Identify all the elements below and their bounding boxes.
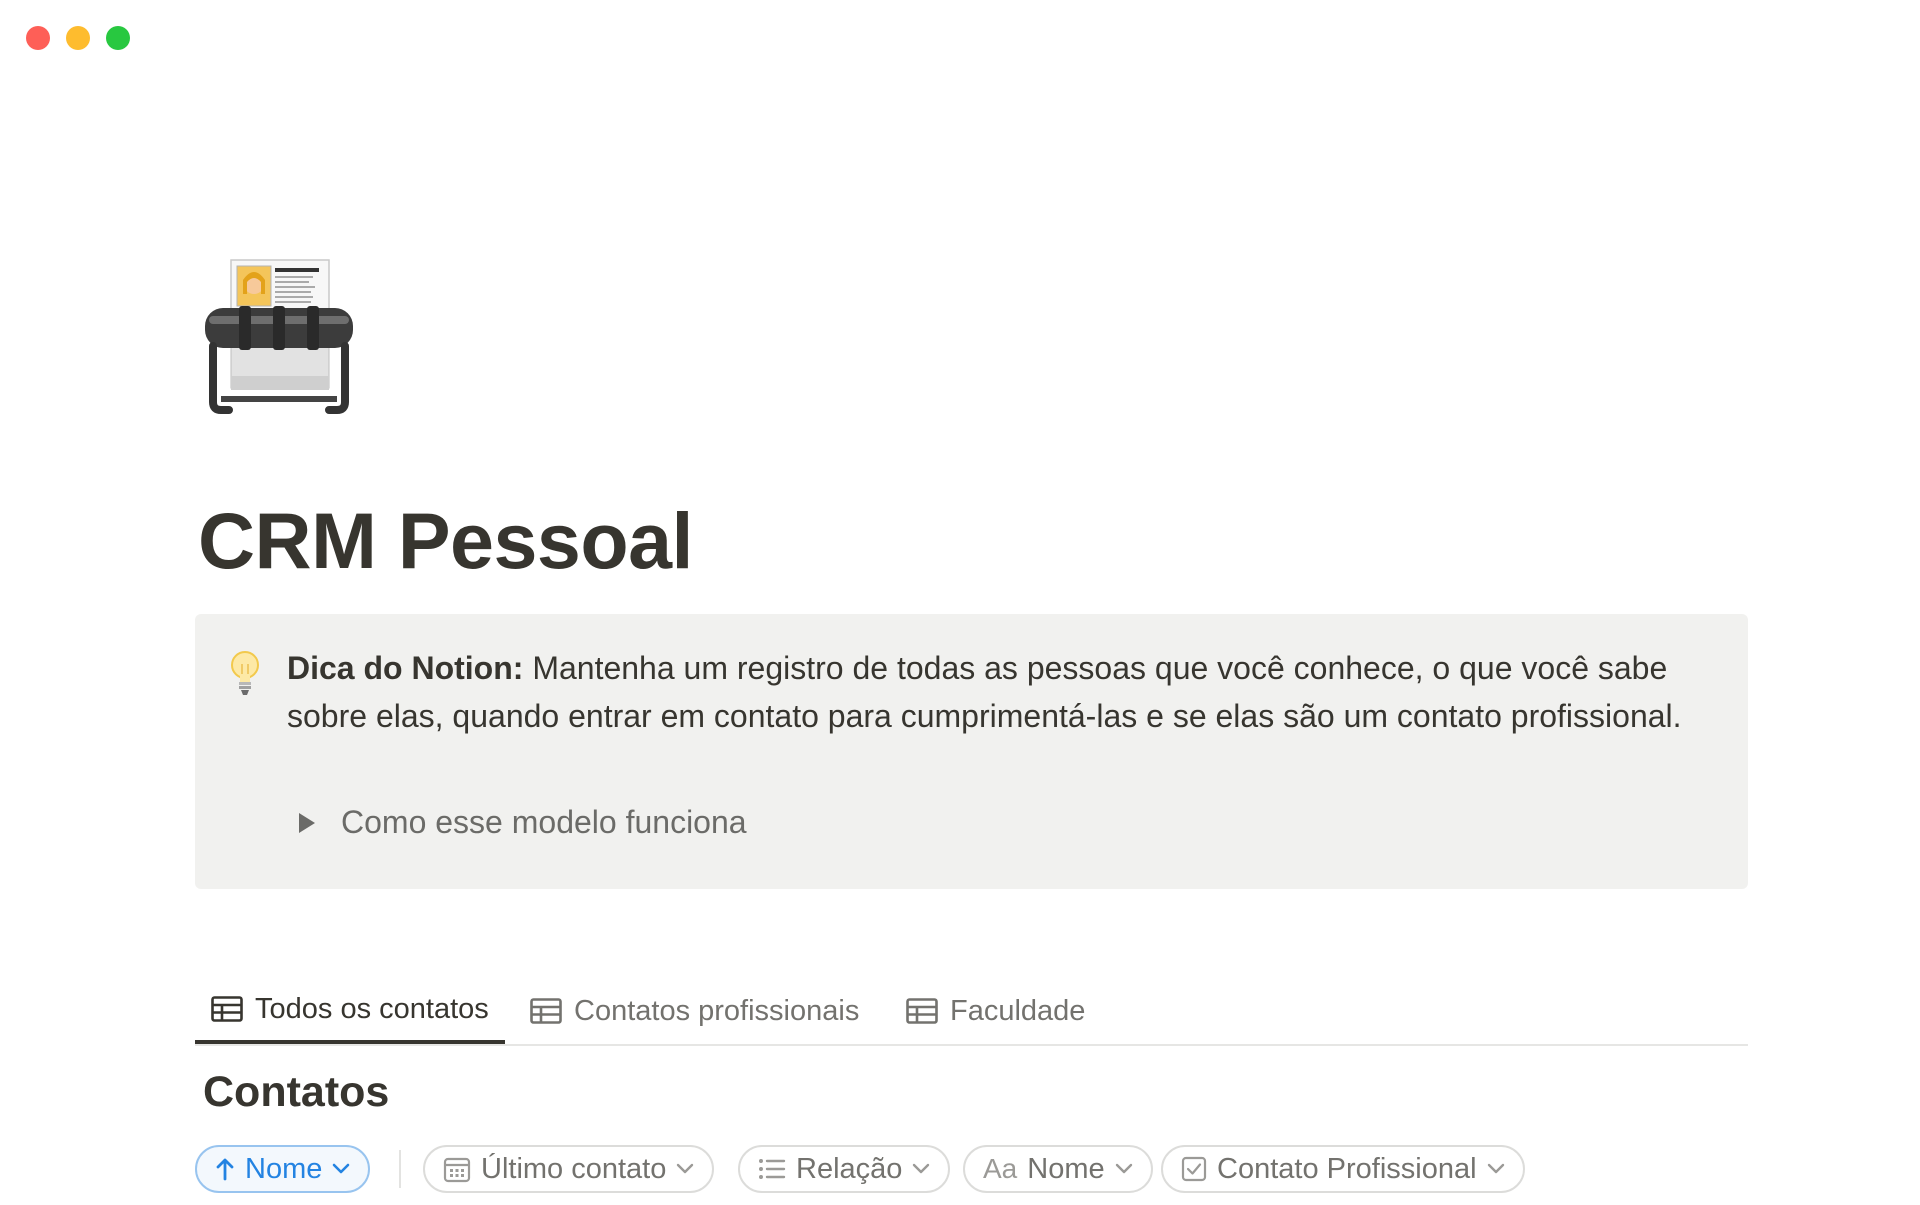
minimize-window-button[interactable]	[66, 26, 90, 50]
callout-bold-label: Dica do Notion:	[287, 650, 524, 686]
filter-divider	[399, 1150, 401, 1188]
tab-faculdade[interactable]: Faculdade	[890, 978, 1101, 1044]
callout-text: Dica do Notion: Mantenha um registro de …	[287, 644, 1717, 740]
list-icon	[759, 1159, 786, 1179]
chevron-down-icon	[677, 1163, 694, 1174]
checkbox-icon	[1181, 1156, 1207, 1182]
chevron-down-icon	[1115, 1163, 1132, 1174]
maximize-window-button[interactable]	[106, 26, 130, 50]
rolodex-card-icon[interactable]	[203, 258, 355, 418]
tab-label: Todos os contatos	[255, 992, 489, 1025]
sort-label: Nome	[245, 1152, 323, 1185]
database-view-tabs: Todos os contatos Contatos profissionais…	[195, 978, 1748, 1046]
database-title[interactable]: Contatos	[203, 1068, 389, 1117]
chip-label: Contato Profissional	[1217, 1152, 1477, 1185]
chevron-down-icon	[1487, 1163, 1504, 1174]
tab-todos-os-contatos[interactable]: Todos os contatos	[195, 978, 505, 1044]
chip-label: Último contato	[481, 1152, 667, 1185]
calendar-icon	[443, 1157, 471, 1183]
table-icon	[211, 996, 243, 1022]
filter-nome-chip[interactable]: Aa Nome	[963, 1145, 1153, 1193]
text-aa-icon: Aa	[983, 1153, 1018, 1184]
sort-nome-chip[interactable]: Nome	[195, 1145, 371, 1193]
tab-contatos-profissionais[interactable]: Contatos profissionais	[514, 978, 875, 1044]
callout: Dica do Notion: Mantenha um registro de …	[195, 614, 1748, 889]
light-bulb-icon	[229, 650, 261, 696]
close-window-button[interactable]	[26, 26, 50, 50]
tab-label: Contatos profissionais	[574, 994, 860, 1027]
tab-label: Faculdade	[950, 994, 1086, 1027]
chevron-down-icon	[333, 1163, 350, 1174]
toggle-how-template-works[interactable]: Como esse modelo funciona	[299, 804, 747, 841]
filter-contato-profissional-chip[interactable]: Contato Profissional	[1161, 1145, 1525, 1193]
chip-label: Nome	[1027, 1152, 1105, 1185]
toggle-arrow-icon[interactable]	[299, 812, 315, 833]
table-icon	[906, 998, 938, 1024]
chevron-down-icon	[913, 1163, 930, 1174]
arrow-up-icon	[216, 1158, 234, 1181]
toggle-label: Como esse modelo funciona	[341, 804, 747, 840]
chip-label: Relação	[796, 1152, 903, 1185]
table-icon	[530, 998, 562, 1024]
page-title: CRM Pessoal	[198, 496, 694, 585]
filter-ultimo-contato-chip[interactable]: Último contato	[423, 1145, 715, 1193]
filter-bar: Nome Último contato Relação Aa Nome Cont…	[195, 1145, 1748, 1205]
window-controls	[26, 26, 130, 50]
filter-relacao-chip[interactable]: Relação	[738, 1145, 951, 1193]
